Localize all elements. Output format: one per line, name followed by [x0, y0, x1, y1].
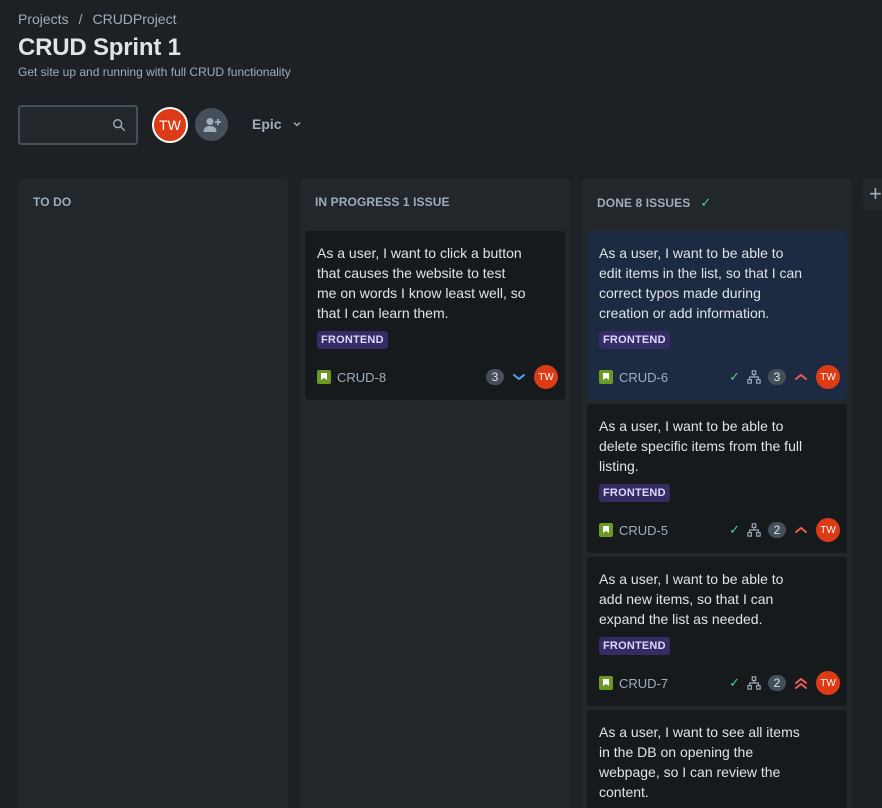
- page-title: CRUD Sprint 1: [18, 34, 181, 61]
- column-in-progress: IN PROGRESS 1 ISSUE As a user, I want to…: [300, 178, 570, 808]
- child-issues-icon[interactable]: [747, 523, 761, 537]
- assignee-avatar[interactable]: TW: [816, 671, 840, 695]
- story-icon: [317, 370, 331, 384]
- check-icon: ✓: [700, 195, 712, 210]
- assignee-avatar[interactable]: TW: [816, 365, 840, 389]
- person-add-icon: [203, 117, 221, 132]
- priority-high-icon: [795, 374, 807, 380]
- card-summary: As a user, I want to be able to delete s…: [599, 418, 803, 474]
- card-summary: As a user, I want to click a button that…: [317, 245, 526, 321]
- column-header: DONE 8 ISSUES ✓: [597, 195, 711, 211]
- issue-card-crud-5[interactable]: As a user, I want to be able to delete s…: [587, 404, 847, 553]
- priority-highest-icon: [795, 678, 807, 689]
- priority-high-icon: [795, 527, 807, 533]
- column-done: DONE 8 ISSUES ✓ As a user, I want to be …: [582, 178, 852, 808]
- card-footer: CRUD-7 ✓ 2 TW: [599, 671, 840, 695]
- card-footer: CRUD-6 ✓ 3 TW: [599, 365, 840, 389]
- issue-card-crud-7[interactable]: As a user, I want to be able to add new …: [587, 557, 847, 706]
- issue-key[interactable]: CRUD-8: [337, 370, 386, 385]
- chevron-down-icon: [293, 121, 301, 127]
- assignee-avatar[interactable]: TW: [534, 365, 558, 389]
- column-title: TO DO: [33, 195, 72, 209]
- story-points-badge: 2: [768, 522, 786, 538]
- issue-key[interactable]: CRUD-6: [619, 370, 668, 385]
- label-lozenge: FRONTEND: [599, 637, 670, 655]
- child-issues-icon[interactable]: [747, 676, 761, 690]
- child-issues-icon[interactable]: [747, 370, 761, 384]
- label-lozenge: FRONTEND: [599, 331, 670, 349]
- column-header: TO DO: [33, 195, 71, 209]
- story-icon: [599, 676, 613, 690]
- assignee-avatar[interactable]: TW: [816, 518, 840, 542]
- column-header: IN PROGRESS 1 ISSUE: [315, 195, 450, 209]
- priority-low-icon: [513, 374, 525, 380]
- issue-key[interactable]: CRUD-5: [619, 523, 668, 538]
- add-column-button[interactable]: +: [863, 178, 882, 210]
- page-subtitle: Get site up and running with full CRUD f…: [18, 65, 291, 79]
- breadcrumb-separator: /: [78, 11, 83, 27]
- add-people-button[interactable]: [195, 108, 228, 141]
- story-points-badge: 2: [768, 675, 786, 691]
- story-icon: [599, 523, 613, 537]
- card-footer: CRUD-5 ✓ 2 TW: [599, 518, 840, 542]
- story-points-badge: 3: [768, 369, 786, 385]
- done-check-icon: ✓: [729, 369, 740, 384]
- epic-filter-button[interactable]: Epic: [252, 116, 302, 132]
- column-title: DONE 8 ISSUES: [597, 196, 691, 210]
- done-check-icon: ✓: [729, 675, 740, 690]
- card-summary: As a user, I want to be able to add new …: [599, 571, 784, 627]
- label-lozenge: FRONTEND: [317, 331, 388, 349]
- story-points-badge: 3: [486, 369, 504, 385]
- label-lozenge: FRONTEND: [599, 484, 670, 502]
- search-box: [18, 105, 138, 145]
- column-title: IN PROGRESS 1 ISSUE: [315, 195, 450, 209]
- card-summary: As a user, I want to be able to edit ite…: [599, 245, 803, 321]
- card-summary: As a user, I want to see all items in th…: [599, 724, 800, 800]
- avatar[interactable]: TW: [152, 107, 188, 143]
- story-icon: [599, 370, 613, 384]
- breadcrumb: Projects / CRUDProject: [18, 11, 176, 27]
- done-check-icon: ✓: [729, 522, 740, 537]
- search-icon: [113, 119, 125, 131]
- column-todo: TO DO: [18, 178, 288, 808]
- card-footer: CRUD-8 3 TW: [317, 365, 558, 389]
- issue-card-crud-6[interactable]: As a user, I want to be able to edit ite…: [587, 231, 847, 400]
- issue-card-next[interactable]: As a user, I want to see all items in th…: [587, 710, 847, 808]
- breadcrumb-project[interactable]: CRUDProject: [92, 11, 176, 27]
- epic-filter-label: Epic: [252, 116, 282, 132]
- breadcrumb-projects[interactable]: Projects: [18, 11, 69, 27]
- issue-key[interactable]: CRUD-7: [619, 676, 668, 691]
- issue-card-crud-8[interactable]: As a user, I want to click a button that…: [305, 231, 565, 400]
